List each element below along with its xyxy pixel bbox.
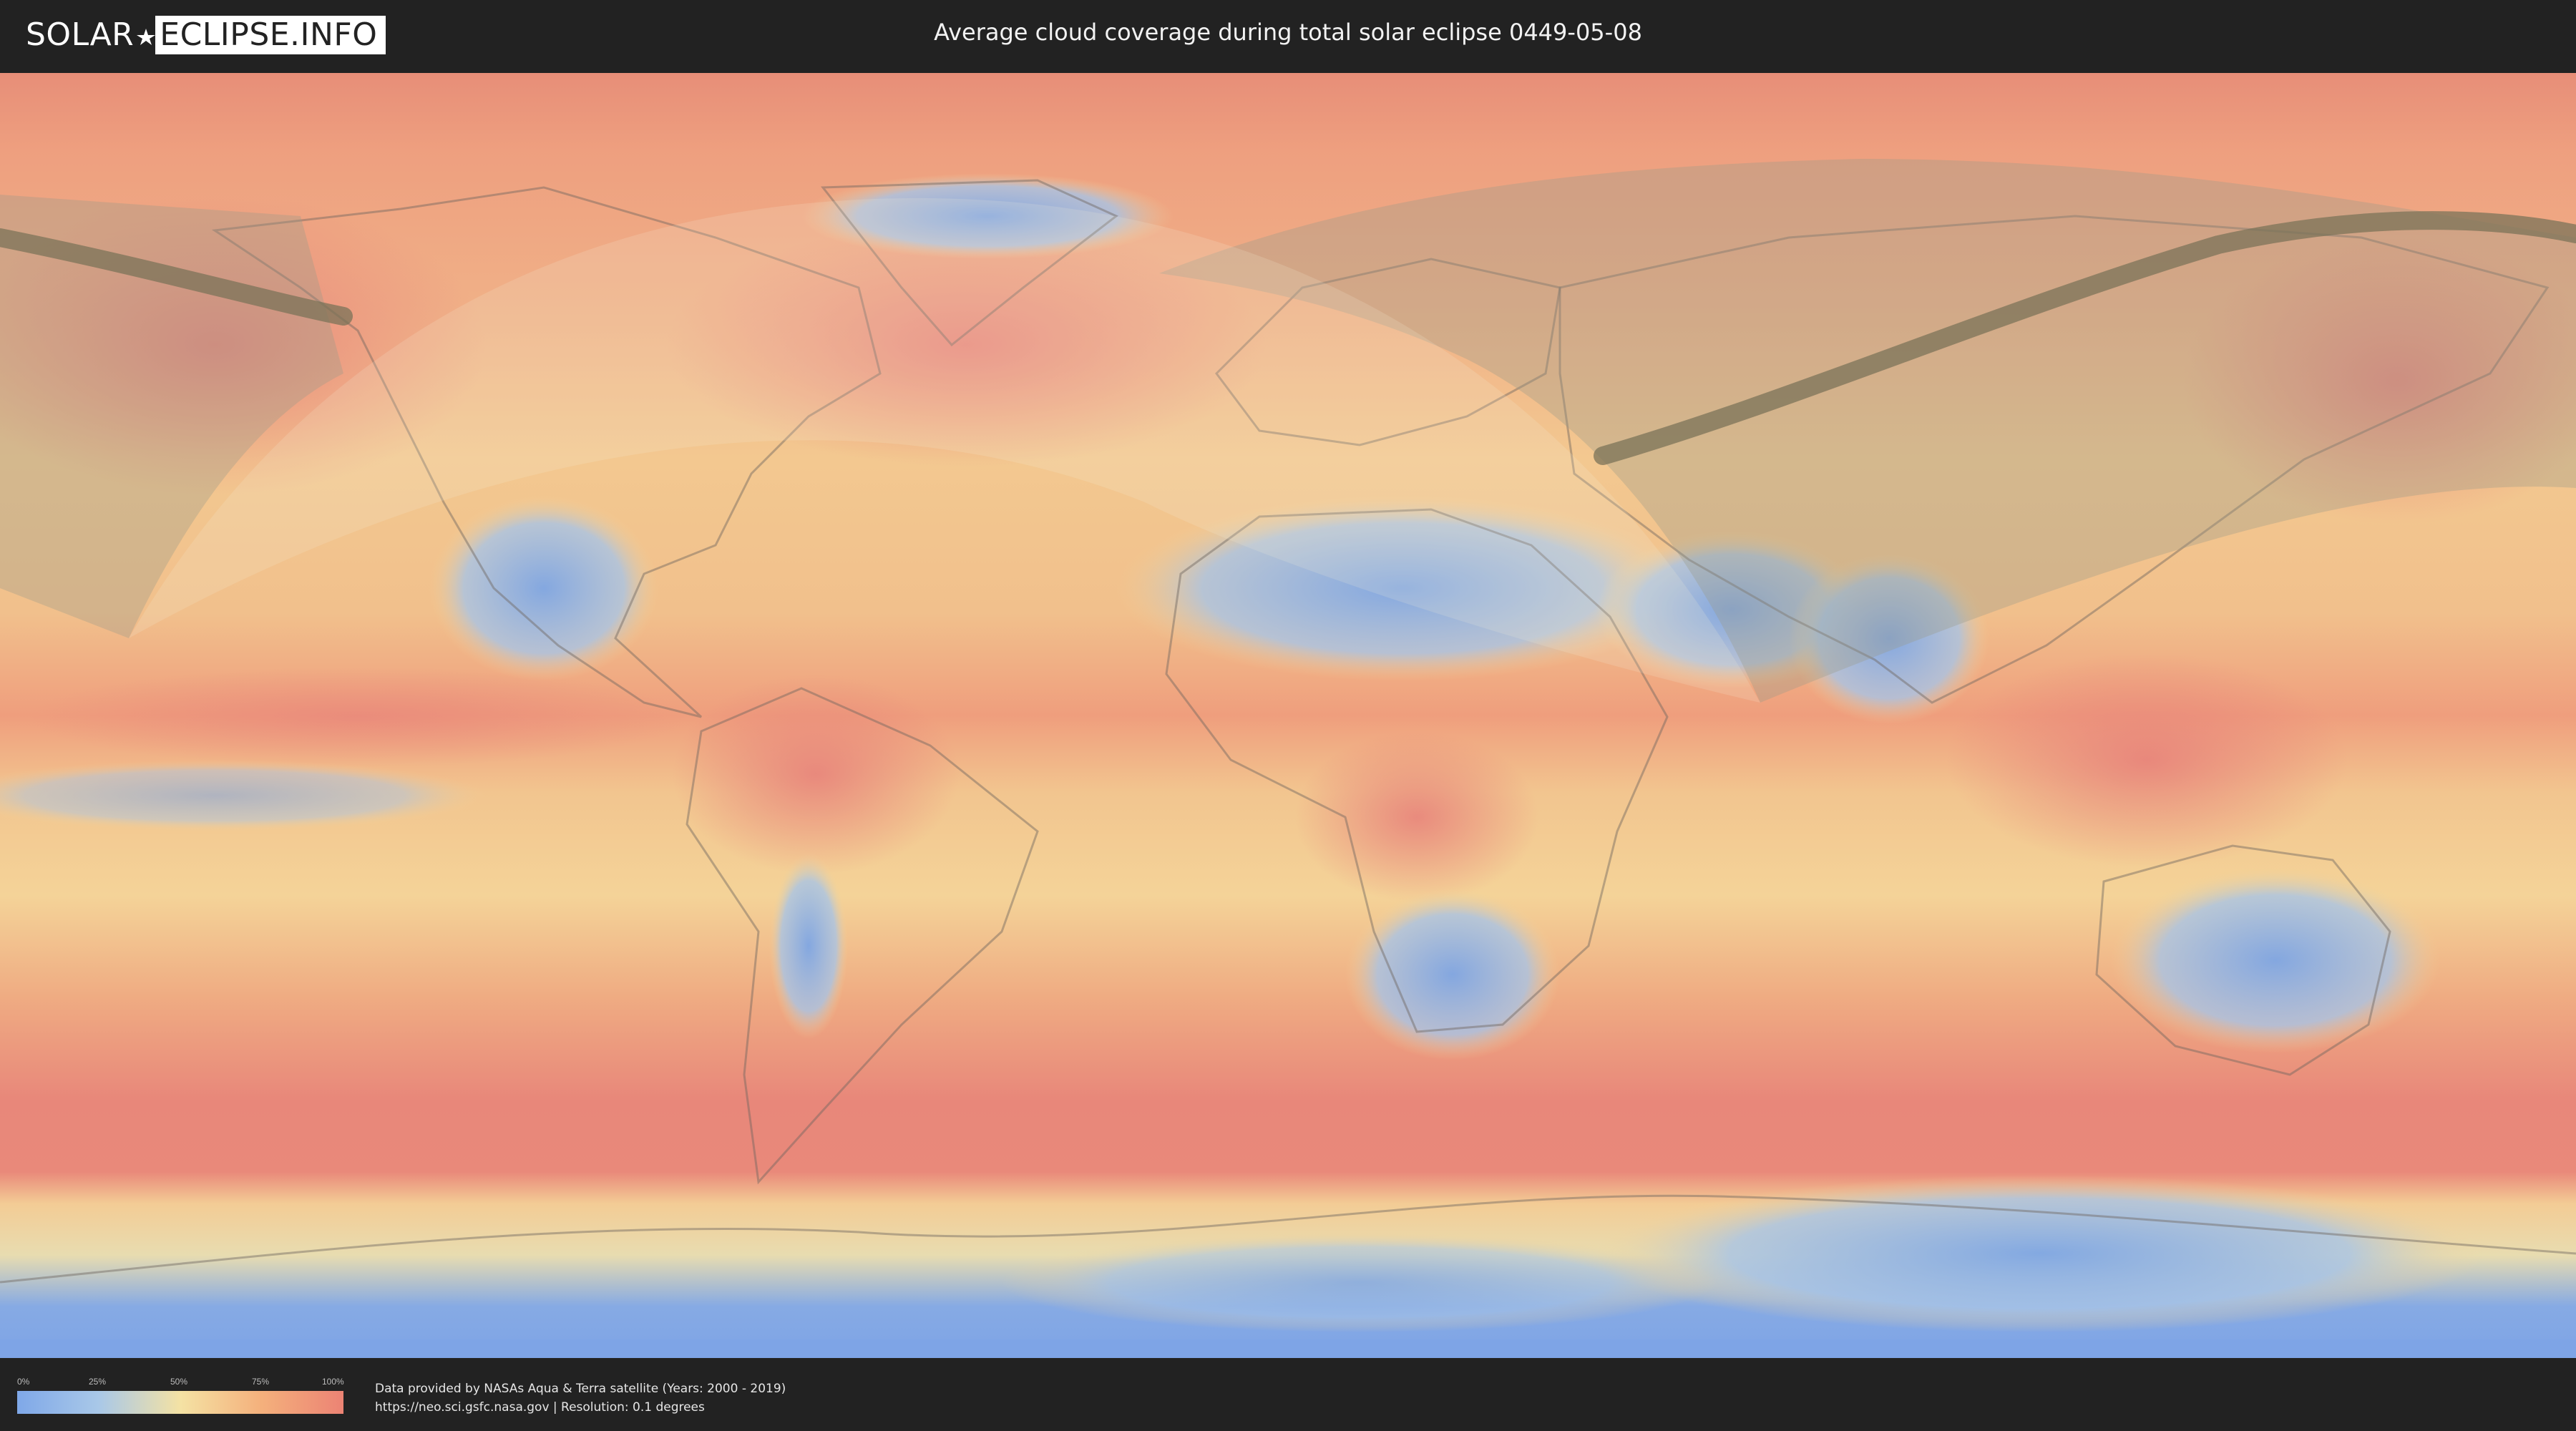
legend-ticks: 0% 25% 50% 75% 100% xyxy=(17,1377,344,1388)
data-credits: Data provided by NASAs Aqua & Terra sate… xyxy=(375,1379,786,1417)
map-svg xyxy=(0,73,2576,1358)
clear-antarctica-west xyxy=(1002,1232,1717,1332)
cloud-patch-amazon xyxy=(673,674,959,874)
legend-tick-100: 100% xyxy=(322,1377,344,1387)
page-title: Average cloud coverage during total sola… xyxy=(934,19,1642,46)
map-bottom-ice xyxy=(0,1339,2576,1358)
legend-tick-25: 25% xyxy=(89,1377,107,1387)
cloud-patch-congo xyxy=(1295,731,1538,903)
cloud-coverage-map[interactable] xyxy=(0,73,2576,1358)
legend-tick-0: 0% xyxy=(17,1377,30,1387)
cloud-patch-itcz-pacific xyxy=(29,667,687,767)
legend-tick-75: 75% xyxy=(252,1377,270,1387)
clear-atacama xyxy=(769,853,848,1039)
legend-tick-50: 50% xyxy=(170,1377,188,1387)
clear-antarctica xyxy=(1596,1175,2483,1332)
clear-southern-africa xyxy=(1345,889,1560,1060)
cloud-patch-maritime-asia xyxy=(1946,653,2347,867)
credits-line-1: Data provided by NASAs Aqua & Terra sate… xyxy=(375,1382,786,1396)
footer: 0% 25% 50% 75% 100% Data provided by NAS… xyxy=(0,1359,2576,1431)
clear-australia xyxy=(2111,867,2440,1053)
legend-color-bar xyxy=(17,1391,343,1414)
credits-line-2: https://neo.sci.gsfc.nasa.gov | Resoluti… xyxy=(375,1400,705,1415)
page: SOLAR ECLIPSE.INFO Average cloud coverag… xyxy=(0,0,2576,1431)
header: SOLAR ECLIPSE.INFO Average cloud coverag… xyxy=(0,0,2576,72)
clear-mexico xyxy=(429,495,658,681)
cloud-coverage-legend: 0% 25% 50% 75% 100% xyxy=(17,1377,344,1414)
